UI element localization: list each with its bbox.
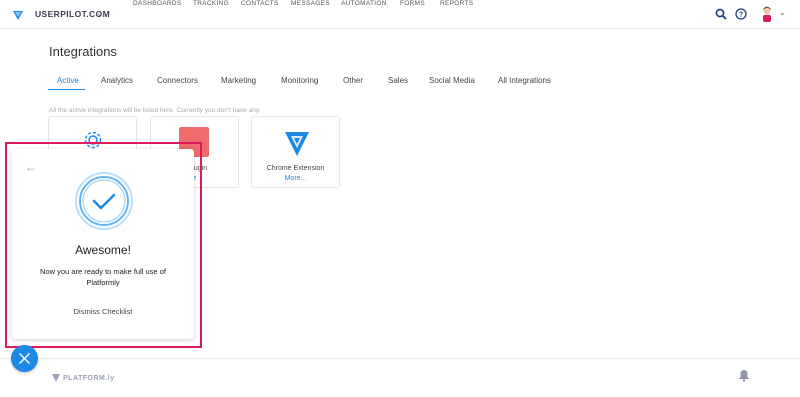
tab-sales[interactable]: Sales bbox=[388, 76, 408, 85]
tab-other[interactable]: Other bbox=[343, 76, 363, 85]
tab-all-integrations[interactable]: All Integrations bbox=[498, 76, 551, 85]
tab-analytics[interactable]: Analytics bbox=[101, 76, 133, 85]
top-bar: USERPILOT.COM ⌄ DASHBOARDS TRACKING CONT… bbox=[0, 0, 800, 29]
svg-text:?: ? bbox=[739, 12, 743, 19]
integration-card[interactable]: Chrome Extension More... bbox=[251, 116, 340, 188]
tab-social-media[interactable]: Social Media bbox=[429, 76, 475, 85]
chevron-down-icon[interactable]: ⌄ bbox=[779, 8, 786, 17]
tab-active[interactable]: Active bbox=[57, 76, 79, 85]
platformly-logo-icon bbox=[52, 374, 60, 382]
active-tab-indicator bbox=[48, 89, 85, 90]
nav-forms[interactable]: FORMS bbox=[400, 0, 425, 7]
footer-logo: PLATFORM.ly bbox=[51, 373, 115, 383]
tab-marketing[interactable]: Marketing bbox=[221, 76, 256, 85]
bell-icon[interactable] bbox=[738, 369, 750, 382]
nav-dashboards[interactable]: DASHBOARDS bbox=[133, 0, 182, 7]
nav-automation[interactable]: AUTOMATION bbox=[341, 0, 387, 7]
page-title: Integrations bbox=[49, 44, 117, 59]
footer-logo-text: PLATFORM.ly bbox=[63, 374, 115, 382]
close-icon bbox=[19, 353, 30, 364]
footer-divider bbox=[0, 358, 800, 359]
nav-reports[interactable]: REPORTS bbox=[440, 0, 473, 7]
card-title: Chrome Extension bbox=[266, 165, 325, 172]
tab-monitoring[interactable]: Monitoring bbox=[281, 76, 318, 85]
avatar[interactable] bbox=[760, 6, 774, 22]
nav-contacts[interactable]: CONTACTS bbox=[241, 0, 279, 7]
userpilot-logo-icon[interactable] bbox=[12, 9, 24, 21]
help-icon[interactable]: ? bbox=[735, 8, 747, 20]
chrome-extension-logo-icon bbox=[285, 132, 309, 156]
close-checklist-button[interactable] bbox=[11, 345, 38, 372]
search-icon[interactable] bbox=[715, 8, 727, 20]
tab-connectors[interactable]: Connectors bbox=[157, 76, 198, 85]
empty-state-hint: All the active integrations will be list… bbox=[49, 107, 261, 114]
highlight-frame bbox=[5, 142, 202, 348]
nav-tracking[interactable]: TRACKING bbox=[193, 0, 229, 7]
chevron-down-icon[interactable]: ⌄ bbox=[96, 8, 104, 19]
card-more-link[interactable]: More... bbox=[252, 175, 339, 182]
nav-messages[interactable]: MESSAGES bbox=[291, 0, 330, 7]
